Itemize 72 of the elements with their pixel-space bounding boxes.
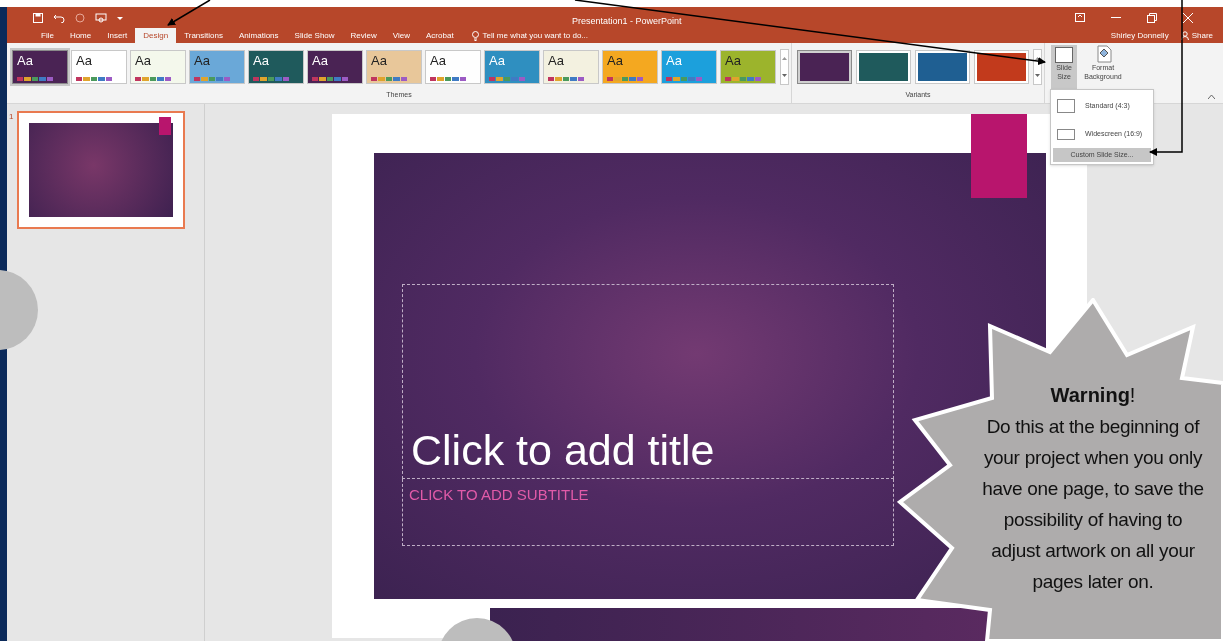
ribbon-tab[interactable]: Slide Show bbox=[286, 28, 343, 43]
theme-thumbnail[interactable]: Aa bbox=[602, 50, 658, 84]
variant-thumbnail[interactable] bbox=[915, 50, 970, 84]
lightbulb-icon bbox=[471, 30, 479, 41]
caret-icon bbox=[1035, 57, 1040, 60]
ribbon-tab[interactable]: Review bbox=[342, 28, 385, 43]
theme-thumbnail[interactable]: Aa bbox=[71, 50, 127, 84]
slide-thumbnail[interactable] bbox=[17, 111, 186, 229]
color-swatches-icon bbox=[430, 77, 466, 81]
window-title: Presentation1 - PowerPoint bbox=[572, 16, 682, 27]
ribbon-tab[interactable]: Animations bbox=[231, 28, 287, 43]
color-swatches-icon bbox=[312, 77, 348, 81]
redo-icon[interactable] bbox=[75, 12, 85, 23]
customize-caret-icon[interactable] bbox=[117, 14, 123, 21]
slide-number: 1 bbox=[9, 111, 14, 123]
slide-icon bbox=[1055, 47, 1073, 63]
color-swatches-icon bbox=[489, 77, 525, 81]
ribbon-tab[interactable]: Acrobat bbox=[418, 28, 462, 43]
color-swatches-icon bbox=[253, 77, 289, 81]
theme-thumbnail[interactable]: Aa bbox=[307, 50, 363, 84]
undo-icon[interactable] bbox=[53, 12, 65, 23]
ribbon-tab[interactable]: Insert bbox=[99, 28, 136, 43]
caret-icon bbox=[782, 74, 787, 77]
slide-shape-icon bbox=[1057, 99, 1075, 113]
close-icon[interactable] bbox=[1183, 12, 1193, 23]
color-swatches-icon bbox=[135, 77, 171, 81]
theme-thumbnail[interactable]: Aa bbox=[189, 50, 245, 84]
caret-icon bbox=[1035, 74, 1040, 77]
theme-thumbnail[interactable]: Aa bbox=[425, 50, 481, 84]
ribbon-display-icon[interactable] bbox=[1075, 13, 1085, 22]
theme-thumbnail[interactable]: Aa bbox=[366, 50, 422, 84]
warning-heading: Warning! bbox=[1050, 383, 1136, 408]
collapse-ribbon-icon[interactable] bbox=[1208, 95, 1215, 99]
color-swatches-icon bbox=[548, 77, 584, 81]
ribbon-tab[interactable]: View bbox=[384, 28, 419, 43]
share-button[interactable]: Share bbox=[1178, 28, 1215, 43]
warning-text: Do this at the beginning of your project when you only have one page, to save the possibility of having to adjust artwork on all your pages later on. bbox=[981, 415, 1205, 594]
ribbon-tab[interactable]: Transitions bbox=[176, 28, 231, 43]
variant-thumbnail[interactable] bbox=[856, 50, 911, 84]
variant-thumbnail[interactable] bbox=[797, 50, 852, 84]
theme-thumbnail[interactable]: Aa bbox=[12, 50, 68, 84]
color-swatches-icon bbox=[371, 77, 407, 81]
slide-shape-icon bbox=[1057, 128, 1075, 140]
minimize-icon[interactable] bbox=[1111, 16, 1121, 19]
user-name[interactable]: Shirley Donnelly bbox=[1110, 28, 1169, 43]
gallery-scroll-bar[interactable] bbox=[1033, 49, 1042, 85]
caret-icon bbox=[782, 57, 787, 60]
restore-icon[interactable] bbox=[1147, 12, 1157, 23]
tag-shape bbox=[159, 117, 172, 135]
color-swatches-icon bbox=[725, 77, 761, 81]
tell-me-field[interactable]: Tell me what you want to do... bbox=[471, 28, 588, 43]
touch-mode-icon[interactable] bbox=[95, 12, 107, 23]
title-placeholder[interactable]: Click to add title bbox=[402, 284, 894, 479]
color-swatches-icon bbox=[666, 77, 702, 81]
ribbon-tab[interactable]: Design bbox=[135, 28, 177, 43]
ribbon-tab[interactable]: File bbox=[33, 28, 62, 43]
theme-thumbnail[interactable]: Aa bbox=[720, 50, 776, 84]
color-swatches-icon bbox=[194, 77, 230, 81]
pointer-arrow bbox=[167, 0, 211, 26]
color-swatches-icon bbox=[607, 77, 643, 81]
variant-thumbnail[interactable] bbox=[974, 50, 1029, 84]
theme-thumbnail[interactable]: Aa bbox=[248, 50, 304, 84]
theme-thumbnail[interactable]: Aa bbox=[130, 50, 186, 84]
theme-thumbnail[interactable]: Aa bbox=[543, 50, 599, 84]
color-swatches-icon bbox=[17, 77, 53, 81]
theme-thumbnail[interactable]: Aa bbox=[484, 50, 540, 84]
subtitle-placeholder[interactable]: CLICK TO ADD SUBTITLE bbox=[402, 479, 894, 546]
save-icon[interactable] bbox=[33, 12, 43, 23]
person-icon bbox=[1180, 31, 1189, 40]
gallery-scroll-bar[interactable] bbox=[780, 49, 789, 85]
color-swatches-icon bbox=[76, 77, 112, 81]
ribbon-tab[interactable]: Home bbox=[61, 28, 100, 43]
